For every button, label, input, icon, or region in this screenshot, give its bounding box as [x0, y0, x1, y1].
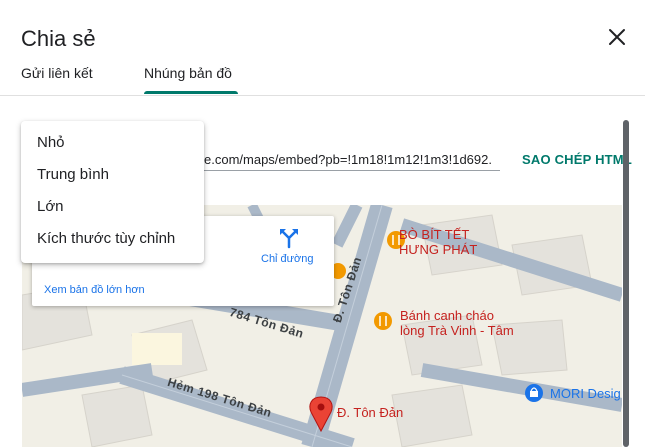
share-dialog: Chia sẻ Gửi liên kết Nhúng bản đồ e.com/…	[0, 0, 645, 447]
size-option-small[interactable]: Nhỏ	[21, 127, 204, 159]
copy-html-button[interactable]: SAO CHÉP HTML	[522, 152, 632, 167]
embed-code-field[interactable]: e.com/maps/embed?pb=!1m18!1m12!1m3!1d692…	[204, 149, 500, 171]
size-option-large[interactable]: Lớn	[21, 191, 204, 223]
directions-link[interactable]: Chỉ đường	[261, 253, 314, 265]
shopping-icon[interactable]	[525, 384, 543, 402]
size-option-medium[interactable]: Trung bình	[21, 159, 204, 191]
tab-embed-map[interactable]: Nhúng bản đồ	[144, 65, 232, 81]
poi-label: Bánh canh cháo lòng Trà Vinh - Tâm	[400, 308, 514, 338]
restaurant-icon[interactable]	[374, 312, 392, 330]
poi-label: BÒ BÍT TẾT HƯNG PHÁT	[399, 227, 478, 257]
tab-send-link[interactable]: Gửi liên kết	[21, 65, 93, 81]
close-icon[interactable]	[605, 25, 629, 49]
view-larger-map-link[interactable]: Xem bản đồ lớn hơn	[44, 284, 145, 296]
size-option-custom[interactable]: Kích thước tùy chỉnh	[21, 223, 204, 255]
tab-bar: Gửi liên kết Nhúng bản đồ	[0, 60, 645, 96]
dialog-title: Chia sẻ	[21, 26, 96, 51]
directions-icon[interactable]	[278, 227, 300, 249]
scrollbar[interactable]	[623, 120, 629, 447]
pin-label: Đ. Tôn Đản	[337, 405, 404, 420]
poi-label: MORI Desig	[550, 386, 621, 401]
active-tab-indicator	[144, 91, 238, 94]
size-dropdown-menu: Nhỏ Trung bình Lớn Kích thước tùy chỉnh	[21, 121, 204, 263]
